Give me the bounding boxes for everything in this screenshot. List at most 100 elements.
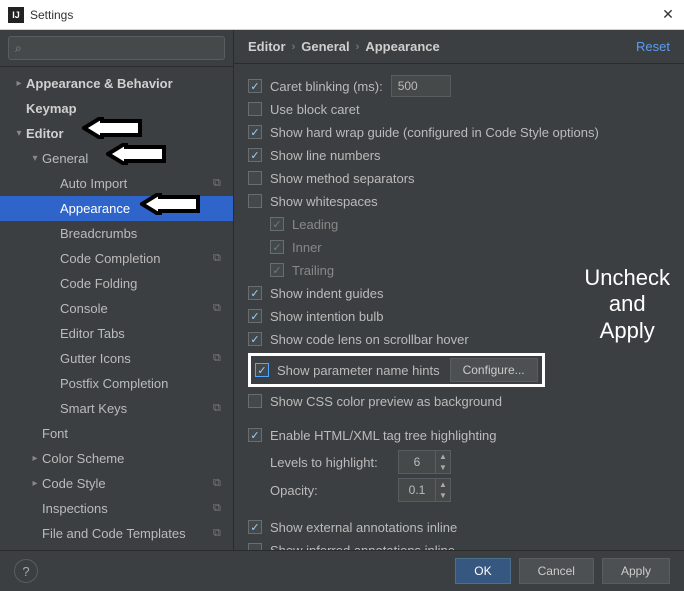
scope-icon: ⧉ (213, 477, 227, 491)
label-external-annotations: Show external annotations inline (270, 520, 457, 535)
checkbox-ws-trailing[interactable] (270, 263, 284, 277)
checkbox-param-hints[interactable] (255, 363, 269, 377)
cancel-button[interactable]: Cancel (519, 558, 594, 584)
search-icon: ⌕ (15, 41, 22, 56)
sidebar-item-file-encodings[interactable]: File Encodings⧉ (0, 546, 233, 550)
breadcrumb: Editor › General › Appearance Reset (234, 30, 684, 64)
reset-link[interactable]: Reset (636, 39, 670, 54)
sidebar-item-breadcrumbs[interactable]: Breadcrumbs (0, 221, 233, 246)
sidebar-item-label: Console (60, 301, 211, 316)
breadcrumb-editor[interactable]: Editor (248, 39, 286, 54)
sidebar-item-editor-tabs[interactable]: Editor Tabs (0, 321, 233, 346)
sidebar-item-postfix-completion[interactable]: Postfix Completion (0, 371, 233, 396)
sidebar-item-font[interactable]: Font (0, 421, 233, 446)
window-title: Settings (30, 8, 660, 22)
chevron-icon: ▾ (14, 128, 24, 139)
arrow-icon (82, 117, 142, 139)
sidebar-item-label: Font (42, 426, 211, 441)
chevron-icon: ▸ (30, 453, 40, 464)
checkbox-whitespaces[interactable] (248, 194, 262, 208)
checkbox-caret-blinking[interactable] (248, 79, 262, 93)
input-caret-ms[interactable] (391, 75, 451, 97)
label-param-hints: Show parameter name hints (277, 363, 440, 378)
label-html-tree: Enable HTML/XML tag tree highlighting (270, 428, 496, 443)
checkbox-external-annotations[interactable] (248, 520, 262, 534)
label-line-numbers: Show line numbers (270, 148, 381, 163)
sidebar-item-label: Editor Tabs (60, 326, 211, 341)
search-input[interactable] (26, 41, 218, 55)
sidebar-item-label: Inspections (42, 501, 211, 516)
close-icon[interactable]: ✕ (660, 7, 676, 23)
spinner-opacity[interactable]: 0.1▲▼ (398, 478, 451, 502)
sidebar-item-label: Smart Keys (60, 401, 211, 416)
label-indent-guides: Show indent guides (270, 286, 383, 301)
chevron-right-icon: › (292, 41, 296, 53)
sidebar-item-file-and-code-templates[interactable]: File and Code Templates⧉ (0, 521, 233, 546)
sidebar-item-code-style[interactable]: ▸Code Style⧉ (0, 471, 233, 496)
spinner-levels[interactable]: 6▲▼ (398, 450, 451, 474)
titlebar: IJ Settings ✕ (0, 0, 684, 30)
checkbox-ws-leading[interactable] (270, 217, 284, 231)
checkbox-method-separators[interactable] (248, 171, 262, 185)
label-caret-blinking: Caret blinking (ms): (270, 79, 383, 94)
chevron-icon: ▸ (14, 78, 24, 89)
help-button[interactable]: ? (14, 559, 38, 583)
chevron-up-icon[interactable]: ▲ (436, 479, 450, 490)
label-inferred-annotations: Show inferred annotations inline (270, 543, 455, 551)
footer: ? OK Cancel Apply (0, 550, 684, 591)
label-method-separators: Show method separators (270, 171, 415, 186)
checkbox-intention-bulb[interactable] (248, 309, 262, 323)
ok-button[interactable]: OK (455, 558, 510, 584)
sidebar-item-label: Breadcrumbs (60, 226, 211, 241)
sidebar-item-label: File and Code Templates (42, 526, 211, 541)
settings-tree: ▸Appearance & BehaviorKeymap▾Editor▾Gene… (0, 67, 233, 550)
sidebar-item-code-completion[interactable]: Code Completion⧉ (0, 246, 233, 271)
chevron-down-icon[interactable]: ▼ (436, 462, 450, 473)
checkbox-indent-guides[interactable] (248, 286, 262, 300)
checkbox-hard-wrap[interactable] (248, 125, 262, 139)
sidebar-item-console[interactable]: Console⧉ (0, 296, 233, 321)
chevron-up-icon[interactable]: ▲ (436, 451, 450, 462)
sidebar-item-label: Auto Import (60, 176, 211, 191)
scope-icon: ⧉ (213, 352, 227, 366)
label-opacity: Opacity: (270, 483, 390, 498)
app-icon: IJ (8, 7, 24, 23)
annotation-text: Uncheck and Apply (584, 265, 670, 344)
label-ws-trailing: Trailing (292, 263, 334, 278)
sidebar-item-label: Postfix Completion (60, 376, 211, 391)
checkbox-html-tree[interactable] (248, 428, 262, 442)
configure-button[interactable]: Configure... (450, 358, 538, 382)
sidebar-item-code-folding[interactable]: Code Folding (0, 271, 233, 296)
checkbox-line-numbers[interactable] (248, 148, 262, 162)
scope-icon: ⧉ (213, 402, 227, 416)
apply-button[interactable]: Apply (602, 558, 670, 584)
sidebar-item-label: Code Style (42, 476, 211, 491)
sidebar: ⌕ ▸Appearance & BehaviorKeymap▾Editor▾Ge… (0, 30, 234, 550)
chevron-icon: ▸ (30, 478, 40, 489)
sidebar-item-inspections[interactable]: Inspections⧉ (0, 496, 233, 521)
label-intention-bulb: Show intention bulb (270, 309, 383, 324)
breadcrumb-general[interactable]: General (301, 39, 349, 54)
sidebar-item-label: Appearance & Behavior (26, 76, 211, 91)
checkbox-ws-inner[interactable] (270, 240, 284, 254)
label-code-lens: Show code lens on scrollbar hover (270, 332, 469, 347)
arrow-icon (106, 143, 166, 165)
label-css-preview: Show CSS color preview as background (270, 394, 502, 409)
label-ws-inner: Inner (292, 240, 322, 255)
sidebar-item-gutter-icons[interactable]: Gutter Icons⧉ (0, 346, 233, 371)
search-box[interactable]: ⌕ (8, 36, 225, 60)
label-whitespaces: Show whitespaces (270, 194, 378, 209)
sidebar-item-label: Color Scheme (42, 451, 211, 466)
checkbox-block-caret[interactable] (248, 102, 262, 116)
sidebar-item-label: Code Folding (60, 276, 211, 291)
checkbox-inferred-annotations[interactable] (248, 543, 262, 550)
scope-icon: ⧉ (213, 502, 227, 516)
sidebar-item-smart-keys[interactable]: Smart Keys⧉ (0, 396, 233, 421)
checkbox-code-lens[interactable] (248, 332, 262, 346)
sidebar-item-appearance-behavior[interactable]: ▸Appearance & Behavior (0, 71, 233, 96)
scope-icon: ⧉ (213, 527, 227, 541)
sidebar-item-color-scheme[interactable]: ▸Color Scheme (0, 446, 233, 471)
content-panel: Editor › General › Appearance Reset Care… (234, 30, 684, 550)
checkbox-css-preview[interactable] (248, 394, 262, 408)
chevron-down-icon[interactable]: ▼ (436, 490, 450, 501)
